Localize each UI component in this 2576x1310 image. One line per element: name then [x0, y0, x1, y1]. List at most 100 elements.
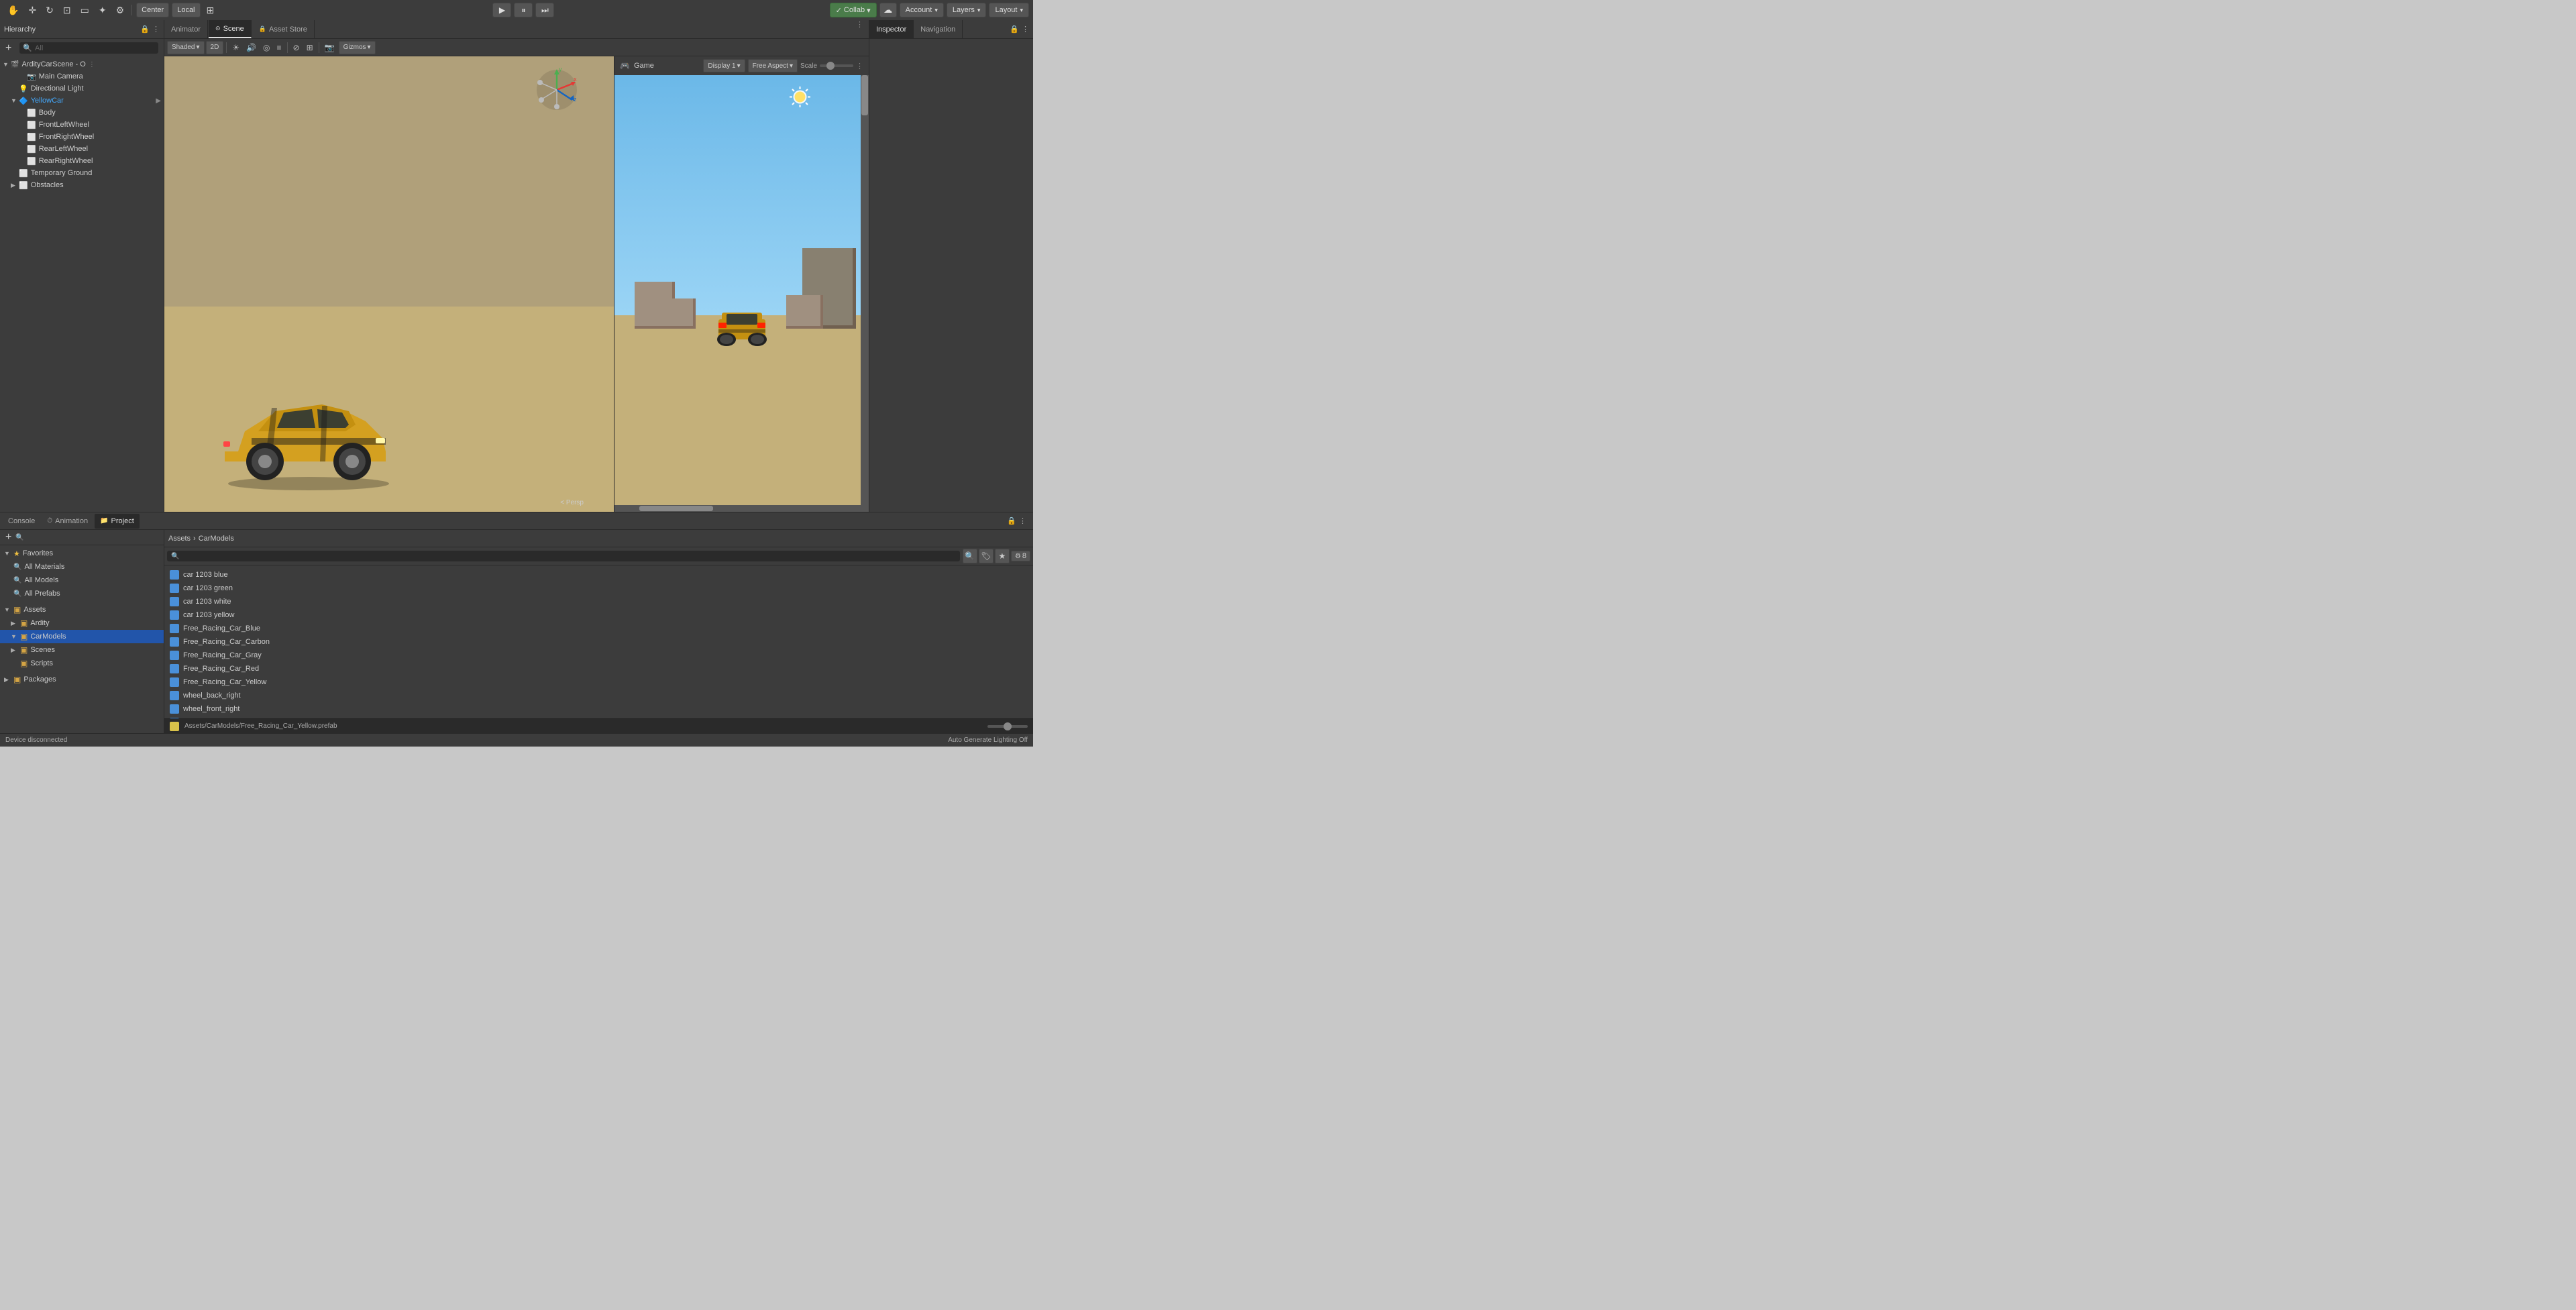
game-more[interactable]: ⋮ [856, 62, 863, 70]
favorites-header[interactable]: ▼ ★ Favorites [0, 547, 164, 560]
file-free-racing-car-red[interactable]: Free_Racing_Car_Red [164, 662, 1033, 675]
hierarchy-item-main-camera[interactable]: 📷 Main Camera [0, 70, 164, 83]
game-scrollbar[interactable] [861, 75, 869, 512]
hand-tool-btn[interactable]: ✋ [4, 3, 22, 17]
assets-header[interactable]: ▼ ▣ Assets [0, 603, 164, 616]
play-btn[interactable]: ▶ [492, 3, 511, 17]
display-btn[interactable]: Display 1 ▾ [703, 59, 745, 72]
tab-more[interactable]: ⋮ [851, 20, 869, 38]
bottom-more-icon[interactable]: ⋮ [1019, 516, 1026, 525]
file-free-racing-car-blue[interactable]: Free_Racing_Car_Blue [164, 622, 1033, 635]
carmodels-item[interactable]: ▼ ▣ CarModels [0, 630, 164, 643]
project-filter-btn[interactable]: 🔍 [963, 549, 977, 563]
file-wheel-back-right[interactable]: wheel_back_right [164, 689, 1033, 702]
all-materials-label: All Materials [24, 563, 64, 571]
hierarchy-item-rear-right-wheel[interactable]: ⬜ RearRightWheel [0, 155, 164, 167]
scripts-item[interactable]: ▣ Scripts [0, 657, 164, 670]
hierarchy-search-input[interactable] [35, 44, 155, 52]
2d-btn[interactable]: 2D [206, 41, 224, 54]
right-tab-bar: Inspector Navigation 🔒 ⋮ [869, 20, 1033, 39]
pause-btn[interactable]: ⏸ [514, 3, 533, 17]
tab-console[interactable]: Console [3, 514, 40, 529]
file-free-racing-car-carbon[interactable]: Free_Racing_Car_Carbon [164, 635, 1033, 649]
bottom-lock-icon[interactable]: 🔒 [1007, 516, 1016, 525]
file-cube-icon [170, 570, 179, 580]
tab-scene[interactable]: ⊙ Scene [209, 20, 252, 38]
file-car-1203-yellow[interactable]: car 1203 yellow [164, 608, 1033, 622]
hierarchy-item-directional-light[interactable]: 💡 Directional Light [0, 83, 164, 95]
scene-vis-btn[interactable]: ≡ [274, 41, 284, 54]
account-btn[interactable]: Account [900, 3, 944, 17]
tab-asset-store[interactable]: 🔒 Asset Store [252, 20, 315, 38]
hierarchy-item-front-right-wheel[interactable]: ⬜ FrontRightWheel [0, 131, 164, 143]
audio-toggle-btn[interactable]: 🔊 [244, 41, 259, 54]
step-btn[interactable]: ⏭ [535, 3, 554, 17]
project-file-list: car 1203 blue car 1203 green car 1203 wh… [164, 565, 1033, 718]
grid-btn[interactable]: ⊞ [304, 41, 316, 54]
file-car-1203-blue[interactable]: car 1203 blue [164, 568, 1033, 582]
all-models-item[interactable]: 🔍 All Models [0, 574, 164, 587]
scale-tool-btn[interactable]: ⊡ [60, 3, 74, 17]
local-btn[interactable]: Local [172, 3, 200, 17]
scene-divider-2 [287, 42, 288, 53]
tab-navigation[interactable]: Navigation [914, 20, 963, 38]
hierarchy-item-rear-left-wheel[interactable]: ⬜ RearLeftWheel [0, 143, 164, 155]
file-free-racing-car-yellow[interactable]: Free_Racing_Car_Yellow [164, 675, 1033, 689]
filepath-slider[interactable] [987, 725, 1028, 728]
snap-btn[interactable]: ⊞ [203, 3, 218, 17]
collab-btn[interactable]: ✓ Collab ▾ [830, 3, 877, 17]
ardity-item[interactable]: ▶ ▣ Ardity [0, 616, 164, 630]
packages-header[interactable]: ▶ ▣ Packages [0, 673, 164, 686]
right-lock-icon[interactable]: 🔒 [1010, 25, 1019, 34]
game-hscrollbar[interactable] [614, 505, 861, 512]
scenes-item[interactable]: ▶ ▣ Scenes [0, 643, 164, 657]
gizmos-btn[interactable]: Gizmos ▾ [339, 41, 376, 54]
right-more-icon[interactable]: ⋮ [1022, 25, 1029, 34]
file-car-1203-green[interactable]: car 1203 green [164, 582, 1033, 595]
aspect-btn[interactable]: Free Aspect ▾ [748, 59, 798, 72]
hierarchy-item-obstacles[interactable]: ▶ ⬜ Obstacles [0, 179, 164, 191]
hierarchy-item-front-left-wheel[interactable]: ⬜ FrontLeftWheel [0, 119, 164, 131]
cloud-btn[interactable]: ☁ [879, 3, 897, 17]
custom-tool-btn[interactable]: ⚙ [113, 3, 128, 17]
hierarchy-item-yellow-car[interactable]: ▼ 🔷 YellowCar ▶ [0, 95, 164, 107]
breadcrumb-carmodels[interactable]: CarModels [199, 535, 234, 543]
center-btn[interactable]: Center [136, 3, 169, 17]
project-search-input[interactable] [182, 552, 955, 560]
all-materials-item[interactable]: 🔍 All Materials [0, 560, 164, 574]
rotate-tool-btn[interactable]: ↻ [42, 3, 57, 17]
shading-btn[interactable]: Shaded ▾ [167, 41, 205, 54]
project-tag-btn[interactable]: 🏷 [979, 549, 994, 563]
project-star-btn[interactable]: ★ [995, 549, 1010, 563]
animator-label: Animator [171, 25, 201, 34]
hierarchy-add-btn[interactable]: + [3, 42, 14, 54]
transform-tool-btn[interactable]: ✦ [95, 3, 110, 17]
all-prefabs-item[interactable]: 🔍 All Prefabs [0, 587, 164, 600]
camera-icon-btn[interactable]: 📷 [322, 41, 337, 54]
fx-toggle-btn[interactable]: ◎ [260, 41, 272, 54]
rect-tool-btn[interactable]: ▭ [77, 3, 93, 17]
hierarchy-scene-root[interactable]: ▼ 🎬 ArdityCarScene - O ⋮ [0, 58, 164, 70]
scale-slider[interactable] [820, 64, 853, 67]
file-car-1203-white[interactable]: car 1203 white [164, 595, 1033, 608]
assets-folder-icon: ▣ [13, 605, 21, 614]
hierarchy-item-body[interactable]: ⬜ Body [0, 107, 164, 119]
file-free-racing-car-gray[interactable]: Free_Racing_Car_Gray [164, 649, 1033, 662]
layers-btn[interactable]: Layers [947, 3, 987, 17]
tab-animation[interactable]: ⏱ Animation [42, 514, 93, 529]
folder-icon: 📁 [100, 517, 108, 525]
file-wheel-front-right[interactable]: wheel_front_right [164, 702, 1033, 716]
light-toggle-btn[interactable]: ☀ [229, 41, 242, 54]
breadcrumb-assets[interactable]: Assets [168, 535, 191, 543]
scene-view[interactable]: y x z [164, 56, 614, 512]
more-icon[interactable]: ⋮ [152, 25, 160, 34]
no-icon-btn[interactable]: ⊘ [290, 41, 303, 54]
project-add-btn[interactable]: + [3, 531, 14, 543]
hierarchy-item-temporary-ground[interactable]: ⬜ Temporary Ground [0, 167, 164, 179]
tab-animator[interactable]: Animator [164, 20, 208, 38]
tab-inspector[interactable]: Inspector [869, 20, 914, 38]
tab-project[interactable]: 📁 Project [95, 514, 140, 529]
layout-btn[interactable]: Layout [989, 3, 1029, 17]
scene-menu-icon[interactable]: ⋮ [89, 61, 95, 68]
move-tool-btn[interactable]: ✛ [25, 3, 40, 17]
